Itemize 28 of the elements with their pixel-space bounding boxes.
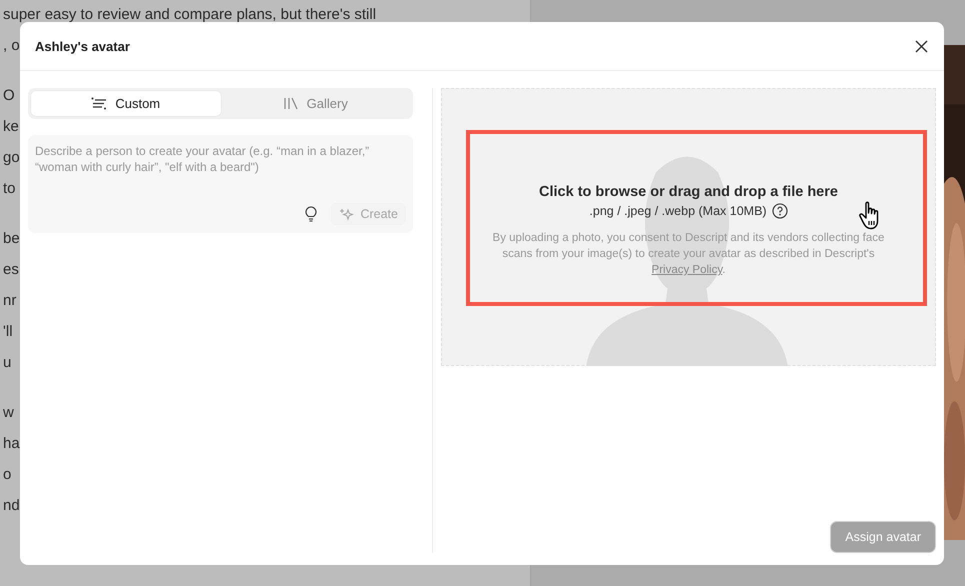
document-text: 'll	[3, 322, 13, 342]
tab[interactable]: Gallery	[220, 91, 410, 116]
library-icon	[282, 97, 299, 110]
document-text: be	[3, 229, 20, 249]
lightbulb-icon[interactable]	[305, 206, 318, 222]
document-text: ha	[3, 434, 20, 454]
sparkle-icon	[339, 208, 354, 220]
document-text: O	[3, 86, 15, 106]
document-text: , o	[3, 36, 20, 56]
document-text: to	[3, 179, 16, 199]
consent-text: By uploading a photo, you consent to Descript and its vendors collecting face scans from your image(s) to create your avatar as described in Descript's Privacy Policy.	[492, 231, 886, 278]
document-text: o	[3, 465, 12, 485]
file-formats: .png / .jpeg / .webp (Max 10MB)	[589, 204, 767, 218]
upload-title: Click to browse or drag and drop a file here	[539, 184, 838, 200]
tab[interactable]: Custom	[31, 91, 220, 116]
close-icon[interactable]	[915, 40, 928, 52]
document-text: ke	[3, 117, 19, 137]
help-icon[interactable]	[772, 203, 788, 219]
document-text: w	[3, 403, 14, 423]
document-text: super easy to review and compare plans, but there's still	[3, 5, 376, 25]
document-text: es	[3, 260, 19, 280]
document-text: go	[3, 148, 20, 168]
document-text: u	[3, 353, 12, 373]
dialog-title: Ashley's avatar	[35, 38, 130, 54]
document-text: nd	[3, 496, 20, 516]
privacy-policy-link[interactable]: Privacy Policy	[652, 264, 722, 276]
list-icon	[91, 97, 108, 110]
document-text: nr	[3, 291, 16, 311]
